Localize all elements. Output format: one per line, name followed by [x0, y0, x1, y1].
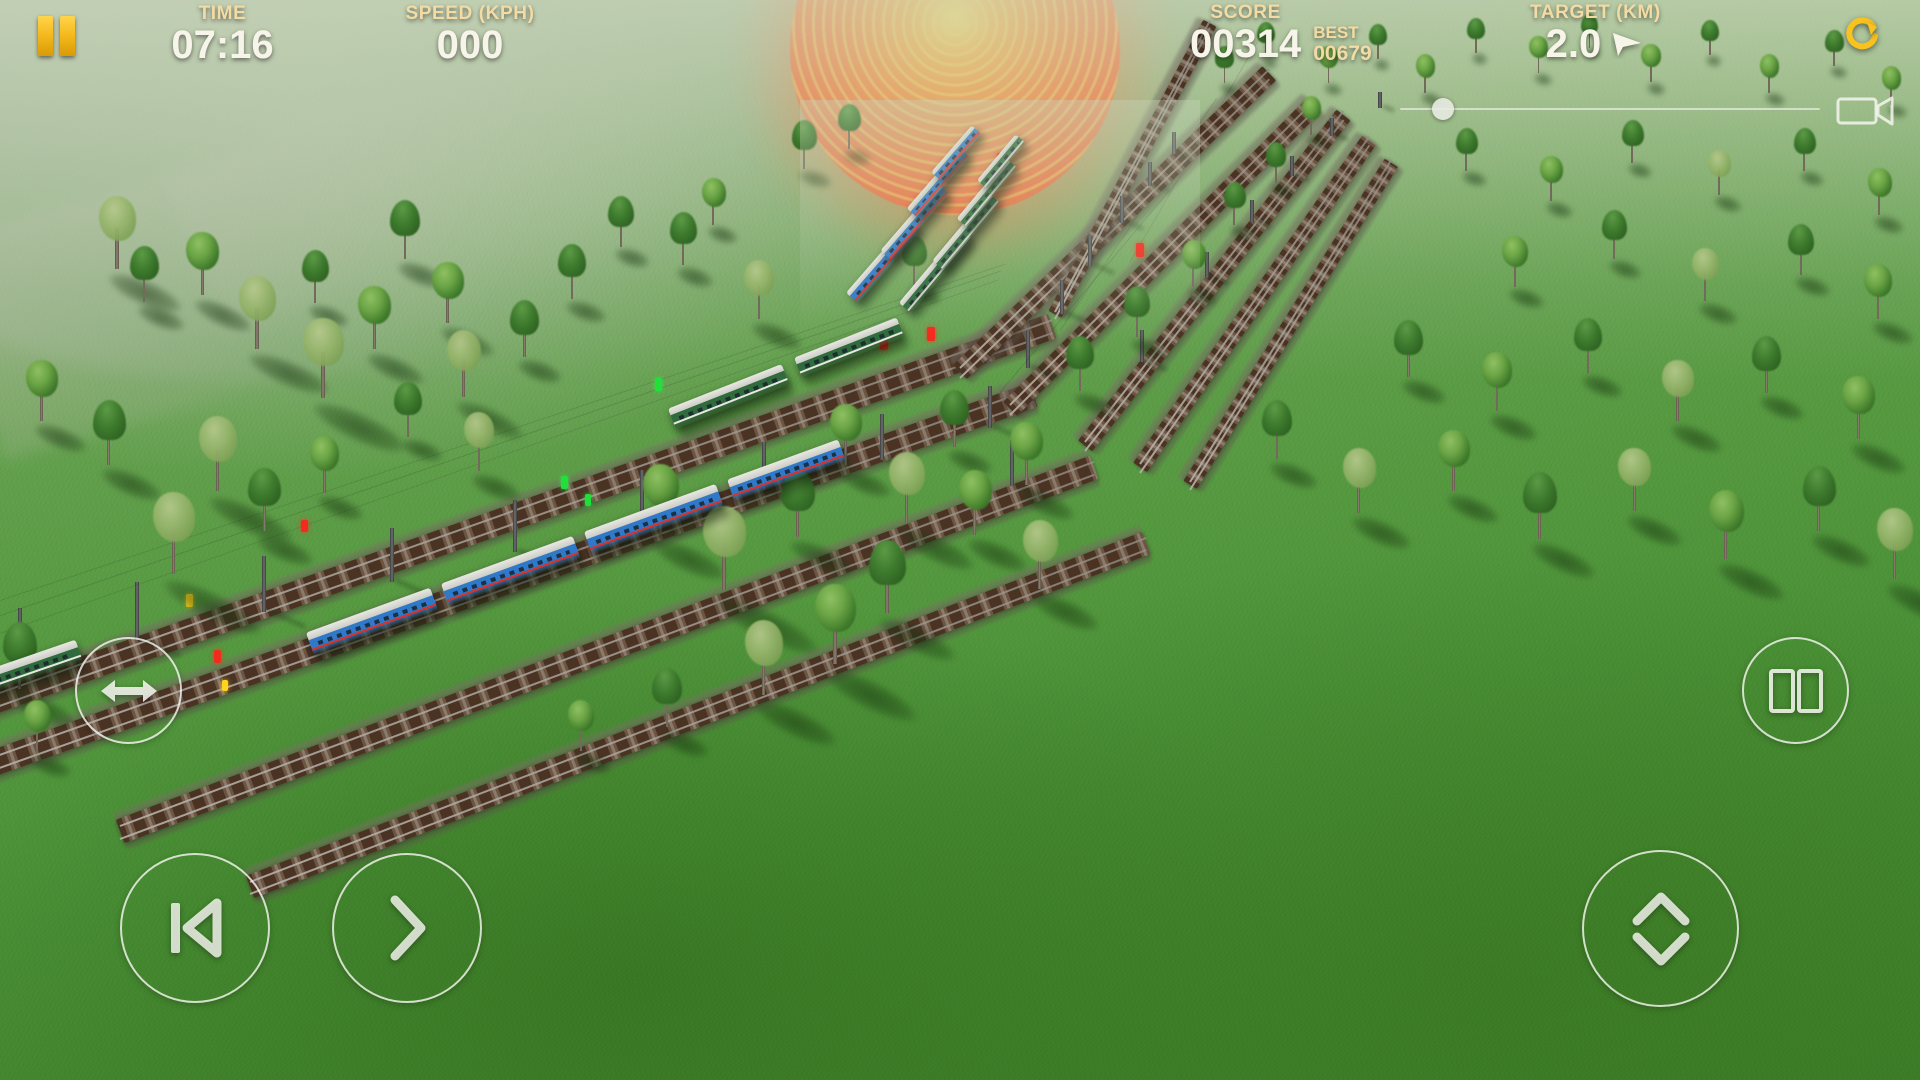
game-screen: TIME 07:16 SPEED (KPH) 000 SCORE 00314 B… — [0, 0, 1920, 1080]
speed-stat: SPEED (KPH) 000 — [370, 3, 570, 65]
score-value: 00314 — [1190, 22, 1302, 66]
restart-icon — [1846, 17, 1878, 50]
target-value: 2.0 — [1545, 22, 1602, 66]
time-value: 07:16 — [171, 23, 274, 67]
reverse-button[interactable] — [120, 853, 270, 1003]
camera-slider-handle[interactable] — [1431, 98, 1454, 120]
score-label: SCORE — [1210, 2, 1281, 23]
camera-zoom-slider[interactable] — [1400, 96, 1894, 126]
camera-slider-track[interactable] — [1400, 108, 1820, 110]
restart-button[interactable] — [1840, 12, 1884, 56]
best-score: BEST 00679 — [1313, 24, 1371, 65]
speed-label: SPEED (KPH) — [405, 3, 535, 24]
score-main: SCORE 00314 — [1190, 2, 1301, 64]
best-label: BEST — [1313, 23, 1359, 42]
pause-bar-right — [60, 16, 75, 56]
horizontal-double-arrow-icon — [100, 679, 157, 702]
chevron-up-down-icon — [1632, 892, 1689, 965]
doors-icon — [1768, 668, 1823, 713]
target-stat: TARGET (KM) 2.0 — [1530, 2, 1661, 64]
raise-lower-button[interactable] — [1582, 850, 1739, 1007]
pause-button[interactable] — [38, 15, 80, 57]
target-row: 2.0 — [1530, 24, 1661, 64]
chevron-right-icon — [390, 895, 426, 961]
time-stat: TIME 07:16 — [145, 3, 300, 65]
best-value: 00679 — [1313, 41, 1372, 65]
forward-button[interactable] — [332, 853, 482, 1003]
hud-overlay: TIME 07:16 SPEED (KPH) 000 SCORE 00314 B… — [0, 0, 1920, 1080]
score-stat: SCORE 00314 BEST 00679 — [1190, 2, 1372, 65]
video-camera-icon[interactable] — [1836, 94, 1896, 126]
direction-arrow-icon — [1613, 33, 1642, 56]
pause-bar-left — [38, 16, 53, 56]
switch-track-button[interactable] — [75, 637, 182, 744]
speed-value: 000 — [436, 23, 504, 67]
target-label: TARGET (KM) — [1530, 2, 1661, 23]
time-label: TIME — [198, 3, 247, 24]
doors-button[interactable] — [1742, 637, 1849, 744]
skip-back-icon — [171, 898, 222, 958]
